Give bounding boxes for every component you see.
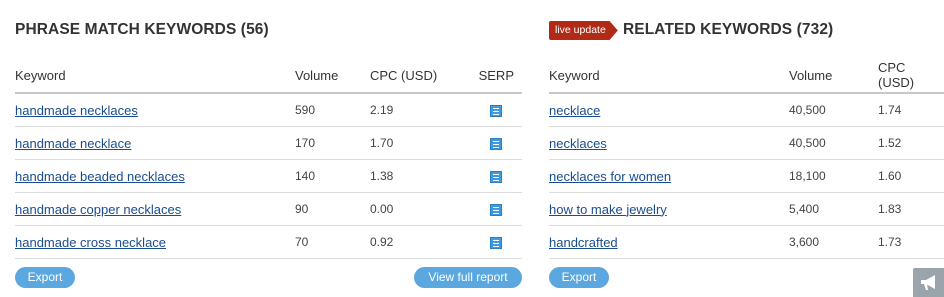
volume-cell: 40,500 (789, 93, 878, 127)
related-keywords-table: Keyword Volume CPC (USD) necklace 40,500… (549, 58, 944, 259)
column-header-keyword: Keyword (549, 58, 789, 94)
keyword-link[interactable]: necklaces for women (549, 169, 671, 184)
column-header-cpc: CPC (USD) (370, 58, 470, 94)
phrase-match-title: PHRASE MATCH KEYWORDS (56) (15, 21, 269, 38)
table-row: how to make jewelry 5,400 1.83 (549, 192, 944, 226)
cpc-cell: 2.19 (370, 93, 470, 127)
feedback-button[interactable] (913, 268, 944, 297)
export-button[interactable]: Export (549, 267, 609, 288)
volume-cell: 90 (295, 192, 370, 226)
keyword-link[interactable]: how to make jewelry (549, 202, 667, 217)
volume-cell: 18,100 (789, 159, 878, 193)
keyword-link[interactable]: handmade necklace (15, 136, 131, 151)
keyword-link[interactable]: handmade beaded necklaces (15, 169, 185, 184)
cpc-cell: 1.60 (878, 159, 944, 193)
view-full-report-button[interactable]: View full report (414, 267, 522, 288)
keyword-link[interactable]: handmade copper necklaces (15, 202, 181, 217)
related-keywords-title: RELATED KEYWORDS (732) (623, 21, 834, 38)
keyword-link[interactable]: handmade necklaces (15, 103, 138, 118)
column-header-keyword: Keyword (15, 58, 295, 94)
table-header-row: Keyword Volume CPC (USD) SERP (15, 58, 522, 94)
keyword-link[interactable]: necklace (549, 103, 600, 118)
table-row: handmade necklace 170 1.70 (15, 126, 522, 160)
keyword-link[interactable]: necklaces (549, 136, 607, 151)
column-header-cpc: CPC (USD) (878, 58, 944, 94)
table-row: handmade beaded necklaces 140 1.38 (15, 159, 522, 193)
table-row: necklaces for women 18,100 1.60 (549, 159, 944, 193)
export-button[interactable]: Export (15, 267, 75, 288)
volume-cell: 40,500 (789, 126, 878, 160)
cpc-cell: 1.74 (878, 93, 944, 127)
table-row: handmade copper necklaces 90 0.00 (15, 192, 522, 226)
cpc-cell: 1.73 (878, 225, 944, 259)
serp-icon[interactable] (490, 236, 502, 249)
serp-icon[interactable] (490, 137, 502, 150)
volume-cell: 5,400 (789, 192, 878, 226)
volume-cell: 170 (295, 126, 370, 160)
serp-icon[interactable] (490, 170, 502, 183)
cpc-cell: 1.70 (370, 126, 470, 160)
volume-cell: 140 (295, 159, 370, 193)
serp-icon[interactable] (490, 203, 502, 216)
table-row: handmade cross necklace 70 0.92 (15, 225, 522, 259)
volume-cell: 3,600 (789, 225, 878, 259)
table-row: handmade necklaces 590 2.19 (15, 93, 522, 127)
table-row: necklaces 40,500 1.52 (549, 126, 944, 160)
table-header-row: Keyword Volume CPC (USD) (549, 58, 944, 94)
volume-cell: 70 (295, 225, 370, 259)
live-update-badge: live update (549, 21, 618, 40)
cpc-cell: 1.83 (878, 192, 944, 226)
serp-icon[interactable] (490, 104, 502, 117)
table-row: handcrafted 3,600 1.73 (549, 225, 944, 259)
cpc-cell: 0.00 (370, 192, 470, 226)
keyword-link[interactable]: handcrafted (549, 235, 618, 250)
keyword-link[interactable]: handmade cross necklace (15, 235, 166, 250)
cpc-cell: 1.38 (370, 159, 470, 193)
phrase-match-table: Keyword Volume CPC (USD) SERP handmade n… (15, 58, 522, 259)
megaphone-icon (921, 275, 935, 290)
column-header-volume: Volume (789, 58, 878, 94)
cpc-cell: 0.92 (370, 225, 470, 259)
volume-cell: 590 (295, 93, 370, 127)
column-header-serp: SERP (470, 58, 522, 94)
table-row: necklace 40,500 1.74 (549, 93, 944, 127)
cpc-cell: 1.52 (878, 126, 944, 160)
column-header-volume: Volume (295, 58, 370, 94)
